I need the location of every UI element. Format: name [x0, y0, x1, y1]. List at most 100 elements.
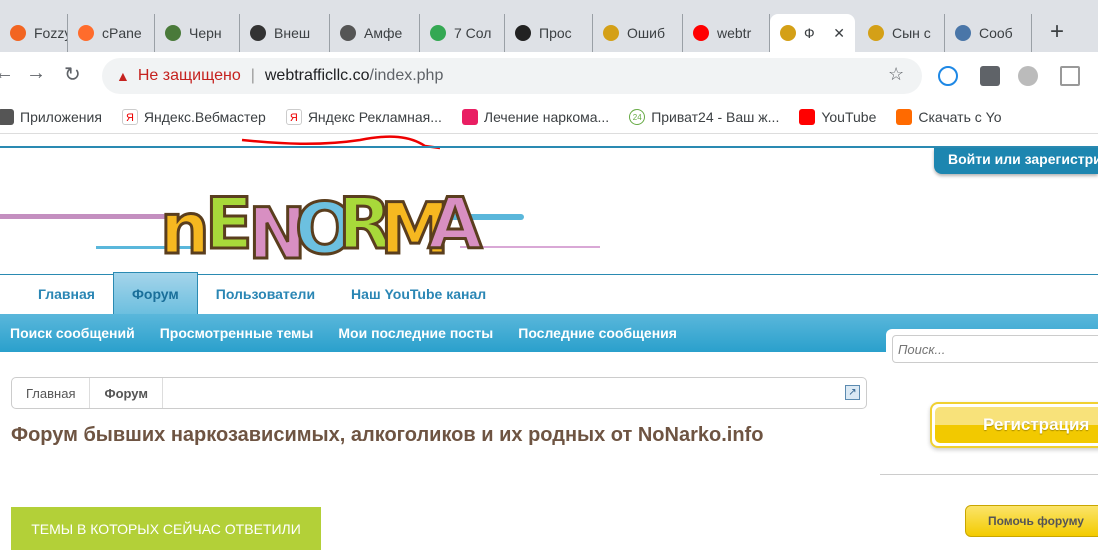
- search-input[interactable]: [892, 335, 1098, 363]
- shield-extension-icon[interactable]: [1060, 66, 1080, 86]
- breadcrumb-forum[interactable]: Форум: [90, 378, 163, 408]
- help-forum-button[interactable]: Помочь форуму: [965, 505, 1098, 537]
- extension-icon[interactable]: [1018, 66, 1038, 86]
- tab-strip: Fozzy cPane Черн Внеш Амфе 7 Сол Прос Ошиб webtr…: [0, 0, 1098, 52]
- bookmark-item[interactable]: Лечение наркома...: [461, 108, 610, 125]
- reload-button[interactable]: ↻: [64, 62, 81, 87]
- url-host: webtrafficllc.co: [264, 67, 370, 84]
- bookmark-icon: 24: [629, 108, 646, 125]
- subnav-my-posts[interactable]: Мои последние посты: [338, 325, 493, 341]
- nav-forum[interactable]: Форум: [112, 272, 198, 314]
- tab-label: Ошиб: [627, 25, 665, 41]
- tab-label: Внеш: [274, 25, 311, 41]
- bookmarks-bar: Приложения Я Яндекс.Вебмастер Я Яндекс Рекла…: [0, 100, 1098, 134]
- warning-icon: ▲: [116, 68, 130, 84]
- browser-tab[interactable]: Ф ✕: [770, 14, 855, 52]
- breadcrumb-forum-label: Форум: [104, 385, 148, 401]
- subnav-search-posts[interactable]: Поиск сообщений: [10, 325, 135, 341]
- bookmark-label: Скачать с Yo: [918, 108, 1002, 125]
- browser-tab[interactable]: Сын с: [858, 14, 945, 52]
- bookmark-label: Яндекс Рекламная...: [307, 108, 442, 125]
- address-bar[interactable]: ▲ Не защищено | webtrafficllc.co/index.p…: [102, 58, 922, 94]
- forum-page: Войти или зарегистрироваться n E N O R M…: [0, 146, 1098, 550]
- tab-label: Амфе: [364, 25, 403, 41]
- favicon-icon: [780, 25, 796, 41]
- tab-label: webtr: [717, 25, 752, 41]
- browser-tab[interactable]: Fozzy: [0, 14, 68, 52]
- bookmark-icon: [0, 108, 14, 125]
- subnav-viewed-threads[interactable]: Просмотренные темы: [160, 325, 314, 341]
- bookmark-label: Яндекс.Вебмастер: [143, 108, 266, 125]
- favicon-icon: [165, 25, 181, 41]
- favicon-icon: [78, 25, 94, 41]
- browser-tab[interactable]: Черн: [155, 14, 240, 52]
- favicon-icon: [10, 25, 26, 41]
- svg-text:A: A: [428, 183, 482, 265]
- vpn-extension-icon[interactable]: [938, 66, 958, 86]
- bookmark-icon: Я: [121, 108, 138, 125]
- breadcrumb-home[interactable]: Главная: [12, 378, 91, 408]
- favicon-icon: [250, 25, 266, 41]
- nav-home[interactable]: Главная: [0, 274, 113, 314]
- bookmark-item[interactable]: Приложения: [0, 108, 102, 125]
- browser-tab[interactable]: cPane: [68, 14, 155, 52]
- separator: |: [250, 67, 255, 84]
- bookmark-item[interactable]: YouTube: [799, 108, 877, 125]
- favicon-icon: [603, 25, 619, 41]
- bookmark-item[interactable]: Скачать с Yo: [896, 108, 1002, 125]
- tab-label: Сын с: [892, 25, 931, 41]
- nav-youtube[interactable]: Наш YouTube канал: [333, 274, 504, 314]
- bookmark-label: Лечение наркома...: [483, 108, 610, 125]
- favicon-icon: [868, 25, 884, 41]
- bookmark-icon: [896, 108, 913, 125]
- divider: [880, 474, 1098, 475]
- bookmark-item[interactable]: Я Яндекс Рекламная...: [285, 108, 442, 125]
- favicon-icon: [955, 25, 971, 41]
- favicon-icon: [340, 25, 356, 41]
- browser-tab[interactable]: 7 Сол: [420, 14, 505, 52]
- favicon-icon: [515, 25, 531, 41]
- bookmark-label: YouTube: [821, 108, 877, 125]
- bookmark-icon: [461, 108, 478, 125]
- back-button[interactable]: ←: [0, 62, 14, 85]
- svg-text:n: n: [160, 188, 210, 270]
- forward-button[interactable]: →: [26, 62, 46, 85]
- search-box: [886, 329, 1098, 369]
- close-tab-icon[interactable]: ✕: [833, 25, 845, 42]
- bookmark-item[interactable]: Я Яндекс.Вебмастер: [121, 108, 266, 125]
- tab-label: Прос: [539, 25, 572, 41]
- page-title: Форум бывших наркозависимых, алкоголиков…: [11, 424, 764, 446]
- bookmark-star-icon[interactable]: ☆: [888, 64, 904, 85]
- register-button[interactable]: Регистрация: [930, 402, 1098, 448]
- tab-label: cPane: [102, 25, 142, 41]
- subnav-recent-posts[interactable]: Последние сообщения: [518, 325, 677, 341]
- bookmark-label: Приват24 - Ваш ж...: [651, 108, 780, 125]
- popout-icon[interactable]: ↗: [845, 385, 860, 400]
- bookmark-icon: [799, 108, 816, 125]
- tab-label: Черн: [189, 25, 222, 41]
- browser-tab[interactable]: Внеш: [240, 14, 330, 52]
- tab-label: Fozzy: [34, 25, 68, 41]
- new-tab-button[interactable]: +: [1050, 18, 1064, 46]
- browser-tab[interactable]: Прос: [505, 14, 593, 52]
- browser-tab[interactable]: Сооб: [945, 14, 1032, 52]
- bookmark-icon: Я: [285, 108, 302, 125]
- url-path: /index.php: [369, 67, 444, 84]
- browser-tab[interactable]: Амфе: [330, 14, 420, 52]
- favicon-icon: [430, 25, 446, 41]
- recent-topics-button[interactable]: ТЕМЫ В КОТОРЫХ СЕЙЧАС ОТВЕТИЛИ: [11, 507, 321, 550]
- favicon-icon: [693, 25, 709, 41]
- svg-text:E: E: [205, 183, 253, 265]
- breadcrumb: Главная Форум ↗: [11, 377, 867, 409]
- browser-tab[interactable]: Ошиб: [593, 14, 683, 52]
- bookmark-label: Приложения: [20, 108, 102, 125]
- print-extension-icon[interactable]: [980, 66, 1000, 86]
- nenorma-logo: n E N O R M A: [0, 182, 600, 277]
- browser-toolbar: ← → ↻ ▲ Не защищено | webtrafficllc.co/i…: [0, 52, 1098, 150]
- bookmark-item[interactable]: 24 Приват24 - Ваш ж...: [629, 108, 780, 125]
- tab-label: 7 Сол: [454, 25, 492, 41]
- register-label: Регистрация: [935, 407, 1098, 443]
- browser-tab[interactable]: webtr: [683, 14, 770, 52]
- nav-users[interactable]: Пользователи: [198, 274, 333, 314]
- login-button[interactable]: Войти или зарегистрироваться: [934, 148, 1098, 174]
